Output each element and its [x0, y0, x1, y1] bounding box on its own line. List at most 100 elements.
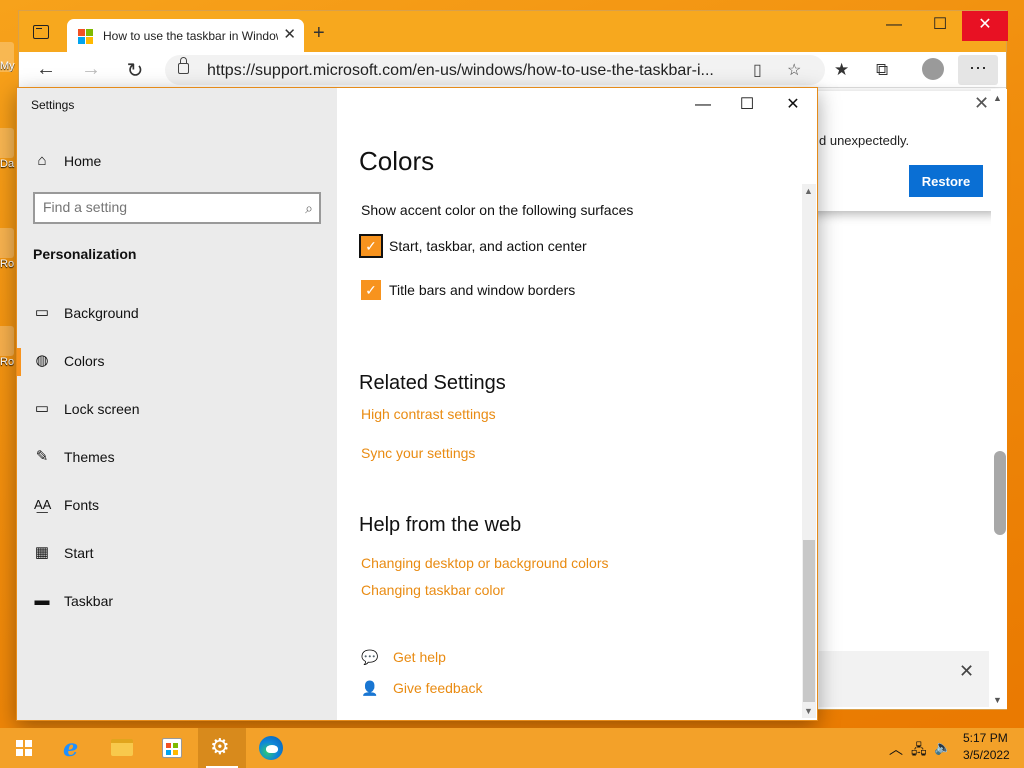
themes-icon: ✎: [35, 448, 49, 465]
close-button[interactable]: ✕: [962, 11, 1008, 41]
shortcut-label: My: [0, 60, 15, 72]
get-help-link[interactable]: Get help: [393, 649, 446, 665]
tab-close-icon[interactable]: ✕: [283, 25, 296, 43]
shortcut-icon[interactable]: [0, 228, 14, 258]
new-tab-button[interactable]: +: [313, 23, 325, 43]
tab-actions-icon[interactable]: [33, 25, 49, 39]
start-button[interactable]: [0, 728, 48, 768]
search-icon[interactable]: ⌕: [305, 200, 313, 217]
sidebar-item-label: Colors: [64, 353, 105, 369]
network-icon[interactable]: 🖧: [911, 739, 927, 763]
forward-arrow-icon[interactable]: →: [77, 58, 105, 81]
sidebar-item-lock-screen[interactable]: ▭ Lock screen: [17, 390, 337, 430]
taskbar-icon: ▬: [34, 592, 50, 609]
search-box[interactable]: ⌕: [33, 192, 321, 224]
scroll-down-icon[interactable]: ▼: [804, 706, 813, 716]
checkbox-label: Title bars and window borders: [389, 282, 576, 298]
minimize-button[interactable]: —: [871, 11, 917, 41]
gear-icon: ⚙: [210, 734, 230, 759]
page-title: Colors: [359, 146, 435, 176]
link-sync-settings[interactable]: Sync your settings: [361, 445, 475, 461]
minimize-button[interactable]: —: [689, 94, 717, 116]
url-text[interactable]: https://support.microsoft.com/en-us/wind…: [207, 62, 727, 80]
internet-explorer-icon: e: [63, 733, 79, 762]
restore-button[interactable]: Restore: [909, 165, 983, 197]
taskbar-file-explorer[interactable]: [98, 728, 146, 768]
link-taskbar-color[interactable]: Changing taskbar color: [361, 582, 505, 598]
browser-tab[interactable]: How to use the taskbar in Windows ✕: [67, 19, 304, 53]
checkbox[interactable]: ✓: [359, 234, 383, 258]
sidebar-item-fonts[interactable]: A͟A Fonts: [17, 486, 337, 526]
add-favorite-icon[interactable]: ☆: [787, 60, 801, 80]
give-feedback-link[interactable]: Give feedback: [393, 680, 483, 696]
maximize-button[interactable]: ☐: [733, 94, 761, 116]
sidebar-item-label: Taskbar: [64, 593, 114, 609]
scroll-up-icon[interactable]: ▲: [993, 93, 1002, 103]
link-high-contrast[interactable]: High contrast settings: [361, 406, 496, 422]
sidebar-item-start[interactable]: ▦ Start: [17, 534, 337, 574]
folder-icon: [111, 739, 133, 756]
sidebar-item-label: Themes: [64, 449, 115, 465]
scrollbar-thumb[interactable]: [803, 540, 815, 702]
close-icon[interactable]: ✕: [974, 93, 989, 114]
close-button[interactable]: ✕: [779, 94, 807, 116]
chevron-up-icon[interactable]: ︿: [889, 739, 903, 759]
browser-tab-bar: How to use the taskbar in Windows ✕ + — …: [19, 11, 1008, 53]
shortcut-icon[interactable]: [0, 326, 14, 356]
sidebar-item-label: Home: [64, 153, 102, 169]
back-arrow-icon[interactable]: ←: [32, 58, 60, 81]
settings-content: — ☐ ✕ Colors Show accent color on the fo…: [337, 88, 817, 720]
windows-logo-icon: [16, 740, 32, 756]
tab-title: How to use the taskbar in Windows: [103, 29, 278, 43]
taskbar-edge[interactable]: [247, 728, 295, 768]
page-scrollbar[interactable]: ▲ ▼: [991, 89, 1007, 709]
edge-icon: [259, 736, 283, 760]
scroll-up-icon[interactable]: ▲: [804, 186, 813, 196]
clock-time[interactable]: 5:17 PM: [963, 731, 1008, 745]
fonts-icon: A͟A: [34, 497, 52, 512]
lock-screen-icon: ▭: [34, 400, 50, 417]
link-desktop-colors[interactable]: Changing desktop or background colors: [361, 555, 609, 571]
refresh-icon[interactable]: ↻: [121, 58, 149, 83]
window-title: Settings: [31, 98, 75, 112]
lock-icon[interactable]: [178, 57, 189, 74]
close-icon[interactable]: ✕: [959, 661, 974, 682]
settings-window: Settings ⌂ Home ⌕ Personalization ▭ Back…: [16, 87, 818, 721]
taskbar: e ⚙ ︿ 🖧 🔈 5:17 PM 3/5/2022: [0, 728, 1024, 768]
active-indicator: [17, 348, 21, 376]
home-icon: ⌂: [37, 152, 47, 169]
content-scrollbar[interactable]: ▲ ▼: [802, 184, 816, 718]
sidebar-item-colors[interactable]: ◍ Colors: [17, 342, 337, 382]
sidebar-item-background[interactable]: ▭ Background: [17, 294, 337, 334]
taskbar-settings[interactable]: ⚙: [198, 728, 246, 768]
picture-icon: ▭: [34, 304, 50, 321]
volume-icon[interactable]: 🔈: [934, 739, 951, 756]
more-options-button[interactable]: ⋯: [958, 55, 998, 85]
microsoft-logo-icon: [78, 29, 93, 44]
help-web-heading: Help from the web: [359, 514, 522, 536]
checkbox[interactable]: ✓: [361, 280, 381, 300]
favorites-icon[interactable]: ★: [834, 60, 849, 80]
start-icon: ▦: [34, 544, 50, 561]
address-bar[interactable]: https://support.microsoft.com/en-us/wind…: [165, 55, 825, 85]
scrollbar-thumb[interactable]: [994, 451, 1006, 535]
page-bottom-banner: ✕: [819, 651, 989, 707]
reader-view-icon[interactable]: ▯: [753, 60, 762, 80]
store-icon: [162, 738, 182, 758]
search-input[interactable]: [43, 199, 283, 215]
section-heading: Personalization: [33, 246, 137, 262]
clock-date[interactable]: 3/5/2022: [963, 748, 1010, 762]
checkbox-label: Start, taskbar, and action center: [389, 238, 587, 254]
restore-pages-popup: ✕ d unexpectedly. Restore: [799, 91, 999, 211]
collections-icon[interactable]: ⧉: [876, 60, 888, 80]
shortcut-icon[interactable]: [0, 128, 14, 158]
maximize-button[interactable]: ☐: [917, 11, 963, 41]
sidebar-item-taskbar[interactable]: ▬ Taskbar: [17, 582, 337, 622]
taskbar-store[interactable]: [148, 728, 196, 768]
sidebar-item-home[interactable]: ⌂ Home: [17, 142, 337, 182]
taskbar-internet-explorer[interactable]: e: [50, 728, 98, 768]
profile-avatar[interactable]: [922, 58, 944, 80]
scroll-down-icon[interactable]: ▼: [993, 695, 1002, 705]
sidebar-item-themes[interactable]: ✎ Themes: [17, 438, 337, 478]
palette-icon: ◍: [35, 352, 49, 369]
